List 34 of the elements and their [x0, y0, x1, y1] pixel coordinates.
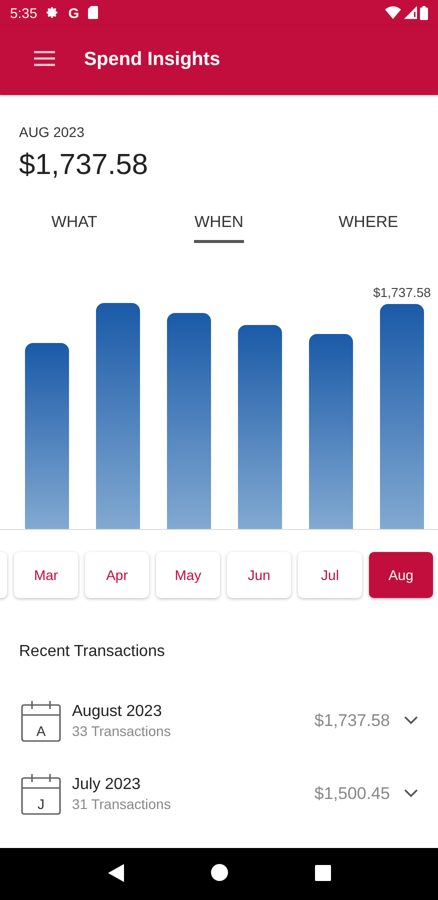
- settings-icon: [46, 6, 60, 19]
- app-title: Spend Insights: [84, 49, 220, 71]
- tab[interactable]: WHERE: [291, 210, 436, 243]
- month-button[interactable]: Jul: [298, 552, 362, 598]
- transaction-month: July 2023: [72, 776, 142, 794]
- signal-icon: [404, 6, 417, 19]
- month-button[interactable]: Mar: [14, 552, 78, 598]
- section-title: Recent Transactions: [19, 643, 166, 661]
- transaction-count: 31 Transactions: [72, 796, 172, 812]
- status-time: 5:35: [10, 4, 38, 20]
- tab[interactable]: WHEN: [146, 210, 292, 243]
- battery-icon: [420, 6, 428, 20]
- period-label: AUG 2023: [19, 124, 86, 140]
- transaction-amount: $1,500.45: [314, 784, 390, 804]
- month-button[interactable]: May: [156, 552, 220, 598]
- transaction-row[interactable]: J July 2023 31 Transactions $1,500.45: [0, 757, 438, 830]
- home-button[interactable]: [210, 864, 228, 884]
- month-button[interactable]: Aug: [369, 552, 433, 598]
- notification-letter: G: [68, 4, 80, 20]
- month-button[interactable]: Jun: [227, 552, 291, 598]
- transaction-amount: $1,737.58: [314, 710, 390, 730]
- tab[interactable]: WHAT: [2, 210, 147, 243]
- total-amount: $1,737.58: [19, 149, 150, 182]
- month-button[interactable]: Apr: [85, 552, 149, 598]
- sd-card-icon: [88, 6, 98, 19]
- chevron-down-icon[interactable]: [404, 716, 418, 725]
- chevron-down-icon[interactable]: [404, 789, 418, 798]
- back-button[interactable]: [108, 864, 124, 884]
- transaction-row[interactable]: A August 2023 33 Transactions $1,737.58: [0, 684, 438, 757]
- transaction-month: August 2023: [72, 702, 163, 720]
- wifi-icon: [385, 6, 401, 19]
- bar-value-label: $1,737.58: [373, 285, 431, 300]
- recents-button[interactable]: [314, 864, 330, 884]
- transaction-count: 33 Transactions: [72, 722, 172, 738]
